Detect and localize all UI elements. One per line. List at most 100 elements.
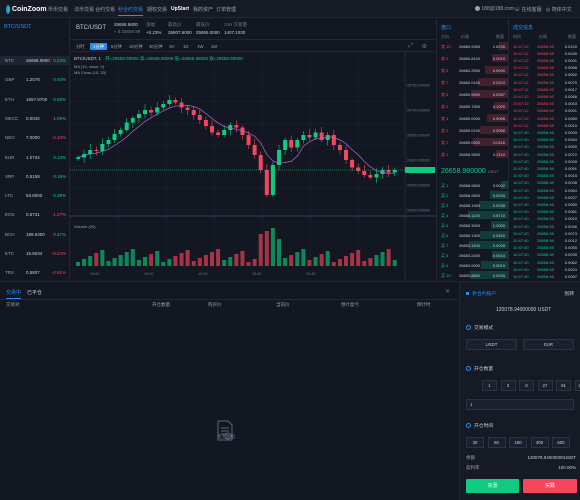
timeframe-1[interactable]: 1分钟	[90, 43, 107, 50]
candle-body	[185, 107, 190, 110]
ask-row[interactable]: 卖 9 26660.8100 0.0019	[437, 54, 509, 62]
bid-row[interactable]: 买 2 26658.9800 0.0045	[437, 191, 509, 199]
candle-body	[234, 125, 239, 128]
ask-row[interactable]: 卖 4 26659.0000 0.0068	[437, 114, 509, 122]
close-icon[interactable]: ✕	[445, 288, 450, 295]
ask-row[interactable]: 卖 2 26659.0000 0.0116	[437, 138, 509, 146]
language-label: 简体中文	[551, 7, 572, 13]
buy-up-button[interactable]: 买涨	[466, 479, 519, 493]
market-list: BTC/USDT BTC 26658.9800 0.23% GBP 1.2578 0.40…	[0, 18, 70, 314]
nav-item-upstart[interactable]: UpStart	[171, 6, 189, 12]
timeframe-0[interactable]: 分时	[73, 43, 88, 50]
bid-row[interactable]: 买 3 26658.1900 0.0038	[437, 201, 509, 209]
volume-bar	[203, 255, 208, 266]
nav-item-fiat[interactable]: 法币交易	[74, 6, 94, 13]
price-chart[interactable]: 26750.000000 26700.000000 26650.000000 2660…	[69, 52, 435, 280]
bid-row[interactable]: 买 8 26653.2400 0.0014	[437, 251, 509, 259]
qty-option-button[interactable]: 81	[556, 380, 571, 391]
qty-option-button[interactable]: 3	[500, 380, 516, 391]
bid-row[interactable]: 买 1 26658.9800 0.0022	[437, 181, 509, 189]
trade-qty: 0.0019	[564, 216, 577, 222]
timeframe-4[interactable]: 30分钟	[146, 43, 165, 50]
time-option-button[interactable]: 30	[466, 437, 484, 448]
tab-open-orders[interactable]: 交易中	[6, 289, 22, 299]
candle-body	[392, 170, 397, 173]
market-row[interactable]: GBP 1.2578 0.40%	[0, 75, 70, 84]
time-option-button[interactable]: 60	[487, 437, 506, 448]
market-row[interactable]: MKCC 0.0042 1.09%	[0, 114, 70, 123]
nav-item-futures[interactable]: 合约交易	[95, 6, 115, 13]
mode-usdt-button[interactable]: USDT	[466, 339, 517, 350]
market-row[interactable]: NEO 7.0000 -2.10%	[0, 133, 70, 142]
candle-body	[197, 115, 202, 120]
ask-price: 26660.0100	[459, 79, 481, 85]
ask-row[interactable]: 卖 10 26660.9300 1.6235	[437, 42, 509, 50]
chart-svg[interactable]: 26750.000000 26700.000000 26650.000000 2660…	[69, 52, 435, 280]
market-row[interactable]: LTC 63.8000 0.49%	[0, 191, 70, 200]
trade-time: 10:47:40	[513, 201, 529, 207]
ask-row[interactable]: 卖 8 26660.2500 0.0090	[437, 66, 509, 74]
bid-row[interactable]: 买 9 26653.0000 0.0019	[437, 261, 509, 269]
timeframe-6[interactable]: 1D	[180, 43, 192, 50]
time-option-button[interactable]: 180	[509, 437, 527, 448]
logo[interactable]: CoinZoom	[6, 3, 47, 15]
market-row[interactable]: BTC 26658.9800 0.23%	[0, 56, 70, 65]
ask-row[interactable]: 卖 3 26659.0100 0.0058	[437, 126, 509, 134]
volume-bar	[240, 251, 245, 266]
market-row[interactable]: EUR 1.0734 0.13%	[0, 153, 70, 162]
nav-item-options[interactable]: 期权交易	[147, 6, 167, 13]
trade-qty: 0.0012	[564, 237, 577, 243]
volume-bar	[76, 262, 80, 266]
ask-row[interactable]: 卖 5 26659.7500 0.1009	[437, 102, 509, 110]
qty-option-button[interactable]: 9	[519, 380, 534, 391]
candle-body	[216, 132, 221, 135]
market-row[interactable]: BCH 189.6300 0.47%	[0, 230, 70, 239]
ask-row[interactable]: 卖 1 26658.9800 0.2110	[437, 150, 509, 158]
market-row-price: 1.2578	[26, 77, 40, 83]
nav-item-spot[interactable]: 币币交易	[48, 6, 68, 13]
nav-item-second-contract[interactable]: 秒合约交易	[118, 6, 144, 16]
globe-icon: ◎	[546, 7, 551, 13]
mode-eur-button[interactable]: EUR	[523, 339, 574, 350]
user-icon	[475, 6, 480, 12]
bid-row[interactable]: 买 6 26656.1300 0.0420	[437, 231, 509, 239]
transfer-button[interactable]: 划转	[564, 290, 574, 297]
market-row[interactable]: XRP 0.5158 0.19%	[0, 172, 70, 181]
candle-body	[76, 157, 80, 159]
nav-item-orders[interactable]: 订单管理	[216, 6, 236, 13]
ask-row[interactable]: 卖 6 26659.9900 0.0087	[437, 90, 509, 98]
user-account[interactable]: 188@188.com	[475, 6, 514, 12]
qty-option-button[interactable]: 27	[537, 380, 553, 391]
buy-down-button[interactable]: 买跌	[523, 479, 577, 493]
mid-price-unit: USDT	[487, 169, 499, 174]
market-row[interactable]: TRX 0.5807 -2.61%	[0, 268, 70, 277]
bid-row[interactable]: 买 7 26653.1100 0.0028	[437, 241, 509, 249]
current-price-tag	[405, 167, 435, 173]
timeframe-3[interactable]: 15分钟	[126, 43, 145, 50]
market-row[interactable]: ETH 1657.9700 0.58%	[0, 95, 70, 104]
bid-row[interactable]: 买 5 26656.3000 1.2000	[437, 221, 509, 229]
settings-icon[interactable]: ⚙	[422, 43, 427, 50]
market-row[interactable]: ETC 15.8034 -0.24%	[0, 249, 70, 258]
bid-row[interactable]: 买 10 26652.8800 0.0035	[437, 271, 509, 279]
tab-closed-orders[interactable]: 已平仓	[27, 289, 42, 296]
timeframe-7[interactable]: 1W	[194, 43, 206, 50]
timeframe-8[interactable]: 1M	[208, 43, 220, 50]
online-service-link[interactable]: ☏ 在线客服	[514, 6, 542, 13]
bid-row[interactable]: 买 4 26658.1100 0.6710	[437, 211, 509, 219]
language-select[interactable]: ◎ 简体中文	[546, 6, 572, 13]
timeframe-5[interactable]: 1H	[166, 43, 178, 50]
qty-input[interactable]: 1	[466, 399, 574, 410]
trade-price: 26658.98	[537, 209, 554, 215]
time-option-button[interactable]: 600	[552, 437, 570, 448]
time-option-button[interactable]: 300	[530, 437, 549, 448]
nav-item-assets[interactable]: 我的资产	[193, 6, 213, 13]
ask-row[interactable]: 卖 7 26660.0100 0.0104	[437, 78, 509, 86]
market-row[interactable]: EOS 0.5731 -1.27%	[0, 210, 70, 219]
qty-option-button[interactable]: 243	[574, 380, 580, 391]
volume-bar	[374, 255, 379, 266]
timeframe-2[interactable]: 5分钟	[108, 43, 125, 50]
fullscreen-icon[interactable]: ⤢	[408, 43, 413, 50]
qty-option-button[interactable]: 1	[482, 380, 497, 391]
trade-qty: 0.0010	[564, 122, 577, 128]
